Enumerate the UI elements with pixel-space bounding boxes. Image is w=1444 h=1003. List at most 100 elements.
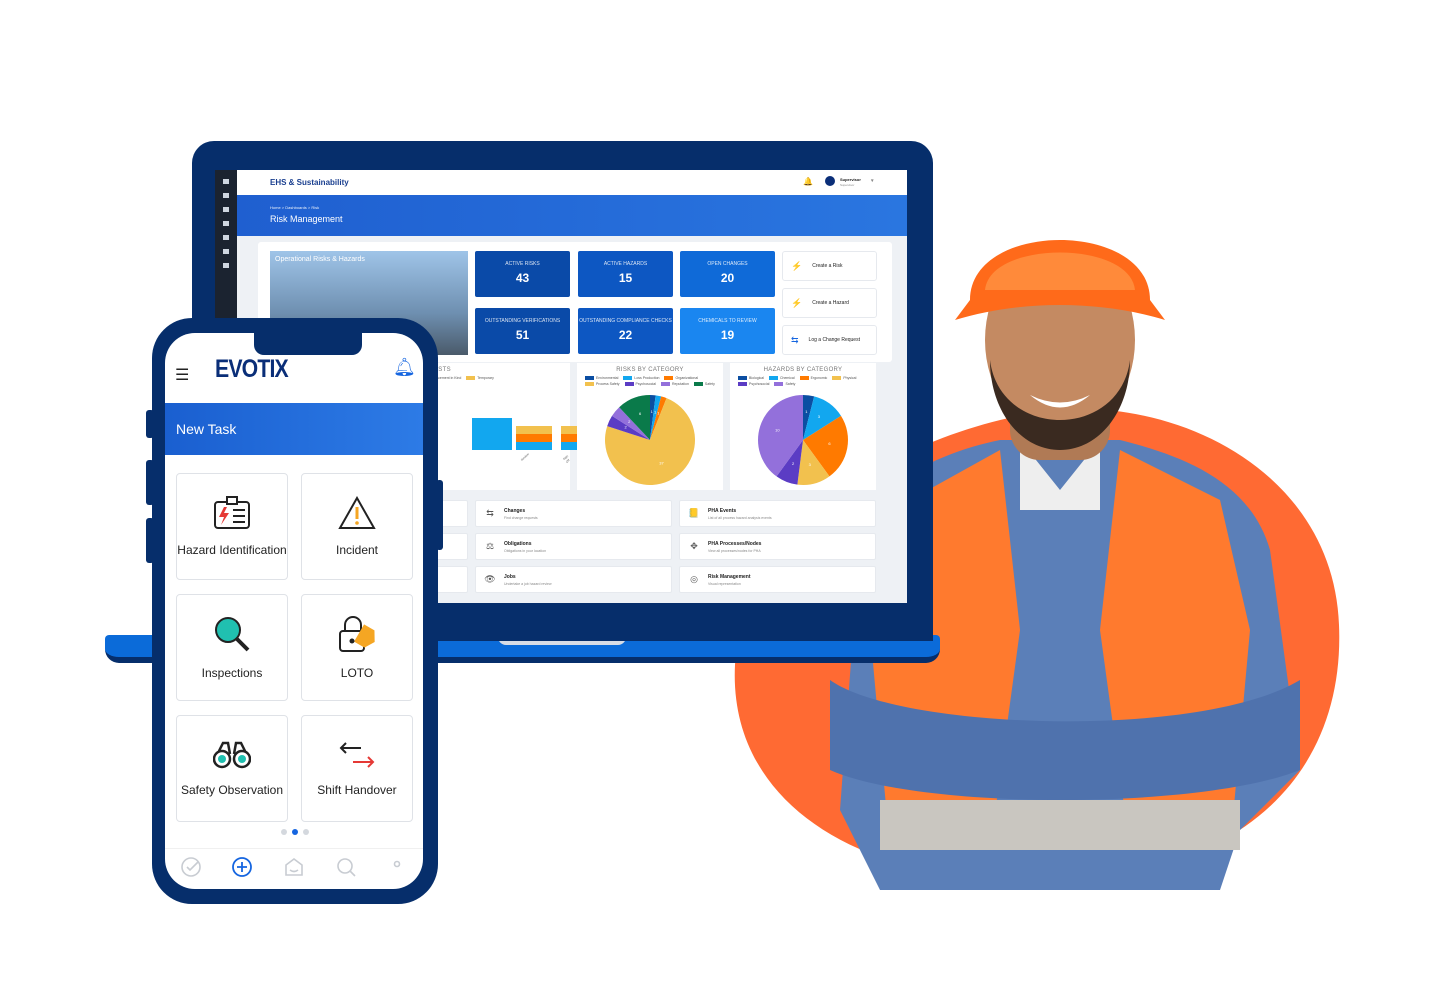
legend-item[interactable]: Safety: [774, 382, 795, 386]
pie: 1363210: [758, 395, 848, 485]
list-item-desc: List of all process hazard analysis even…: [708, 515, 772, 520]
avatar[interactable]: [825, 176, 835, 186]
stat-tile[interactable]: ACTIVE HAZARDS 15: [578, 251, 673, 297]
action-button[interactable]: ⇆ Log a Change Request: [782, 325, 877, 355]
lightning-icon: ⚡: [791, 260, 803, 271]
task-card[interactable]: LOTO: [301, 594, 413, 701]
notification-bell-icon[interactable]: 🔔︎: [393, 357, 416, 378]
shift-arrows-icon: [337, 740, 377, 783]
stat-tile[interactable]: ACTIVE RISKS 43: [475, 251, 570, 297]
document-icon[interactable]: [223, 221, 229, 226]
stat-tile[interactable]: OUTSTANDING COMPLIANCE CHECKS 22: [578, 308, 673, 354]
page-header: Home > Dashboards > Risk Risk Management: [237, 195, 907, 236]
list-item[interactable]: ⇆ Changes Find change requests: [475, 500, 672, 527]
inbox-icon[interactable]: [283, 856, 305, 883]
task-label: Hazard Identification: [177, 543, 287, 557]
legend-label: Physical: [843, 376, 857, 380]
stat-tile[interactable]: OUTSTANDING VERIFICATIONS 51: [475, 308, 570, 354]
stat-tile[interactable]: OPEN CHANGES 20: [680, 251, 775, 297]
task-card[interactable]: Hazard Identification: [176, 473, 288, 580]
list-item-title: Obligations: [504, 540, 532, 547]
list-item[interactable]: ◎ Risk Management Visual representation: [679, 566, 876, 593]
legend-item[interactable]: Chemical: [768, 376, 795, 380]
legend-item[interactable]: Psychosocial: [738, 382, 769, 386]
task-card[interactable]: Inspections: [176, 594, 288, 701]
stat-value: 51: [515, 328, 530, 342]
stat-label: OUTSTANDING COMPLIANCE CHECKS: [579, 318, 672, 324]
legend-item[interactable]: Reputation: [660, 382, 689, 386]
legend-item[interactable]: Safety: [693, 382, 715, 386]
legend-swatch: [832, 376, 842, 380]
legend-item[interactable]: Ergonomic: [799, 376, 828, 380]
user-name[interactable]: Supervisor: [840, 177, 861, 182]
add-icon[interactable]: [231, 856, 253, 883]
legend-label: Chemical: [779, 376, 795, 380]
breadcrumb[interactable]: Home > Dashboards > Risk: [270, 205, 907, 210]
legend-item[interactable]: Organizational: [664, 376, 698, 380]
location-icon[interactable]: [386, 856, 408, 883]
legend-label: Biological: [749, 376, 764, 380]
list-item-title: Jobs: [504, 573, 516, 580]
gear-icon[interactable]: [223, 249, 229, 254]
task-label: Safety Observation: [180, 783, 284, 797]
stat-label: OUTSTANDING VERIFICATIONS: [484, 318, 561, 324]
list-item-title: Changes: [504, 507, 526, 514]
page-dot[interactable]: [303, 829, 309, 835]
stat-value: 22: [618, 328, 633, 342]
hamburger-menu-icon[interactable]: ☰: [175, 365, 189, 385]
legend-swatch: [799, 376, 809, 380]
home-icon[interactable]: [223, 193, 229, 198]
user-icon[interactable]: [223, 263, 229, 268]
stat-value: 15: [618, 271, 633, 285]
page-indicator[interactable]: [281, 829, 309, 835]
grid-icon[interactable]: [223, 207, 229, 212]
legend-item[interactable]: Environmental: [585, 376, 618, 380]
legend-item[interactable]: Process Safety: [585, 382, 620, 386]
task-label: Shift Handover: [317, 783, 397, 797]
phone-screen: ☰ EVOTIX 🔔︎ New Task Hazard Identificati…: [165, 333, 423, 889]
list-item[interactable]: ⚖ Obligations Obligations in your location: [475, 533, 672, 560]
pie-chart-card: HAZARDS BY CATEGORY Biological Chemical Erg…: [730, 363, 876, 490]
list-item[interactable]: 📒 PHA Events List of all process hazard an…: [679, 500, 876, 527]
tick-label: Review: [520, 452, 530, 462]
chevron-down-icon[interactable]: ▾: [871, 178, 874, 184]
action-button[interactable]: ⚡ Create a Risk: [782, 251, 877, 281]
legend-item[interactable]: Biological: [738, 376, 764, 380]
legend-label: Loss Production: [634, 376, 660, 380]
notification-bell-icon[interactable]: 🔔: [803, 177, 813, 186]
list-item-title: PHA Events: [708, 507, 737, 514]
stat-tile[interactable]: CHEMICALS TO REVIEW 19: [680, 308, 775, 354]
legend-item[interactable]: Physical: [832, 376, 856, 380]
list-item-desc: Find change requests: [504, 515, 538, 520]
legend-swatch: [693, 382, 703, 386]
task-card[interactable]: Safety Observation: [176, 715, 288, 822]
legend-label: Ergonomic: [810, 376, 828, 380]
eye-icon: 👁: [484, 574, 496, 584]
warning-icon: [338, 495, 376, 543]
legend-swatch: [774, 382, 784, 386]
list-item[interactable]: 👁 Jobs Undertake a job hazard review: [475, 566, 672, 593]
task-grid: Hazard Identification Incident Inspections…: [176, 473, 413, 822]
legend-swatch: [768, 376, 778, 380]
logo-icon: [223, 179, 229, 184]
legend-swatch: [738, 382, 747, 386]
legend-item[interactable]: Psychosocial: [624, 382, 656, 386]
legend-item[interactable]: Loss Production: [623, 376, 659, 380]
legend-label: Process Safety: [596, 382, 620, 386]
legend-swatch: [585, 376, 594, 380]
action-button[interactable]: ⚡ Create a Hazard: [782, 288, 877, 318]
page-dot[interactable]: [281, 829, 287, 835]
list-item[interactable]: ✥ PHA Processes/Nodes View all processes/n…: [679, 533, 876, 560]
legend: Biological Chemical Ergonomic Physical Psych…: [730, 373, 876, 389]
stat-value: 43: [515, 271, 530, 285]
bar: [472, 418, 512, 450]
phone-frame: ☰ EVOTIX 🔔︎ New Task Hazard Identificati…: [152, 318, 438, 904]
check-icon[interactable]: [180, 856, 202, 883]
list-item-desc: Undertake a job hazard review: [504, 581, 552, 586]
page-dot-active[interactable]: [292, 829, 298, 835]
task-card[interactable]: Incident: [301, 473, 413, 580]
search-icon[interactable]: [335, 856, 357, 883]
task-card[interactable]: Shift Handover: [301, 715, 413, 822]
list-item-title: PHA Processes/Nodes: [708, 540, 762, 547]
clipboard-icon[interactable]: [223, 235, 229, 240]
